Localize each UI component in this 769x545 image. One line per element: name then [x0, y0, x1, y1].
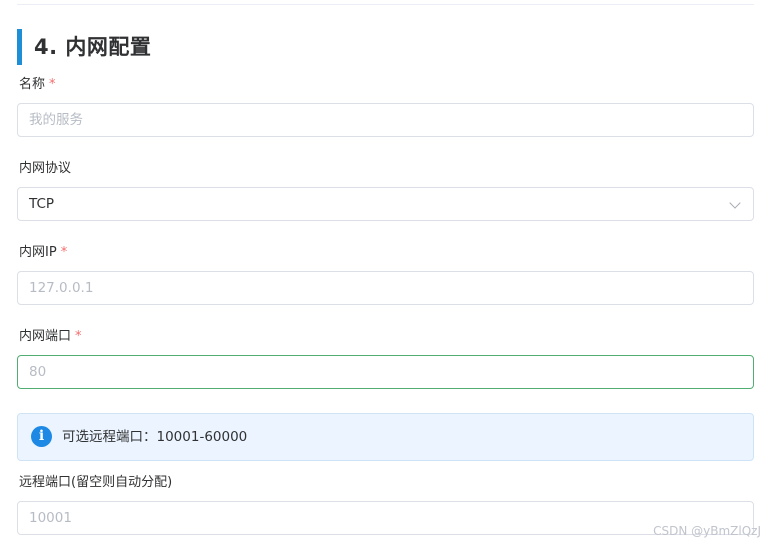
top-divider: [17, 4, 754, 5]
chevron-down-icon[interactable]: [729, 197, 741, 209]
port-input[interactable]: 80: [17, 355, 754, 389]
info-alert-text: 可选远程端口：10001-60000: [62, 429, 248, 445]
required-marker: *: [49, 77, 56, 92]
remote-port-info-alert: i 可选远程端口：10001-60000: [17, 413, 754, 461]
csdn-watermark: CSDN @yBmZlQzJ: [653, 524, 761, 538]
port-label: 内网端口 *: [19, 327, 82, 347]
protocol-label-text: 内网协议: [19, 161, 72, 176]
ip-input-placeholder: 127.0.0.1: [29, 280, 94, 296]
port-label-text: 内网端口: [19, 329, 72, 344]
section-heading: 4. 内网配置: [17, 29, 754, 65]
required-marker: *: [75, 329, 82, 344]
name-label-text: 名称: [19, 77, 46, 92]
remote-port-input[interactable]: 10001: [17, 501, 754, 535]
name-input-placeholder: 我的服务: [29, 112, 83, 128]
remote-port-label-text: 远程端口(留空则自动分配): [19, 475, 173, 490]
ip-label-text: 内网IP: [19, 245, 57, 260]
name-input[interactable]: 我的服务: [17, 103, 754, 137]
remote-port-label: 远程端口(留空则自动分配): [19, 473, 172, 493]
required-marker: *: [60, 245, 68, 260]
info-icon: i: [31, 426, 52, 447]
protocol-label: 内网协议: [19, 159, 71, 179]
ip-input[interactable]: 127.0.0.1: [17, 271, 754, 305]
ip-label: 内网IP *: [19, 243, 67, 263]
protocol-select[interactable]: TCP: [17, 187, 754, 221]
protocol-select-value: TCP: [29, 196, 55, 212]
remote-port-input-placeholder: 10001: [29, 510, 72, 526]
name-label: 名称 *: [19, 75, 56, 95]
port-input-placeholder: 80: [29, 364, 47, 380]
section-title: 4. 内网配置: [34, 35, 152, 59]
heading-accent-bar: [17, 29, 22, 65]
